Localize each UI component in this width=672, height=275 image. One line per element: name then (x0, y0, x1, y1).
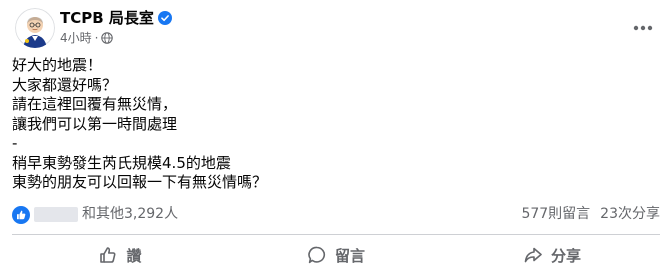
like-label: 讚 (126, 246, 142, 265)
like-button[interactable]: 讚 (12, 238, 228, 272)
post-line: - (12, 134, 18, 152)
share-button[interactable]: 分享 (444, 238, 660, 272)
verified-badge-icon (157, 10, 172, 25)
more-horizontal-icon (633, 25, 653, 31)
page-name[interactable]: TCPB 局長室 (60, 9, 154, 27)
engagement-counts: 577則留言 23次分享 (521, 205, 660, 223)
post-line: 稍早東勢發生芮氏規模4.5的地震 (12, 153, 231, 172)
post-actions: 讚 留言 分享 (12, 238, 660, 272)
more-options-button[interactable] (625, 10, 661, 46)
post-line: 大家都還好嗎？ (12, 75, 118, 94)
post-message: 好大的地震！ 大家都還好嗎？ 請在這裡回覆有無災情， 讓我們可以第一時間處理 -… (12, 56, 652, 193)
comments-count[interactable]: 577則留言 (521, 206, 590, 222)
reactor-names-redacted (34, 207, 78, 222)
post-line: 好大的地震！ (12, 56, 103, 74)
globe-icon[interactable] (101, 31, 114, 44)
comment-bubble-icon (308, 246, 326, 264)
post-line: 讓我們可以第一時間處理 (12, 114, 178, 133)
page-name-row[interactable]: TCPB 局長室 (60, 8, 172, 28)
post-meta: 4小時 · (60, 30, 114, 46)
action-divider (12, 234, 660, 235)
reactions-bar: 和其他3,292人 577則留言 23次分享 (12, 202, 660, 226)
avatar-illustration (15, 8, 55, 48)
comment-button[interactable]: 留言 (228, 238, 444, 272)
post-line: 東勢的朋友可以回報一下有無災情嗎？ (12, 173, 268, 191)
share-label: 分享 (550, 246, 581, 265)
thumbs-up-icon (100, 247, 116, 263)
post-line: 請在這裡回覆有無災情， (12, 95, 178, 113)
meta-separator: · (94, 31, 99, 45)
share-arrow-icon (524, 247, 542, 263)
shares-count[interactable]: 23次分享 (600, 206, 660, 222)
post-timestamp[interactable]: 4小時 (60, 31, 92, 45)
page-avatar[interactable] (15, 8, 55, 48)
facebook-post: TCPB 局長室 4小時 · 好大的地震！ 大家都還好嗎？ 請在這裡回覆有無災情，… (0, 0, 672, 275)
comment-label: 留言 (334, 246, 365, 265)
like-reaction-icon[interactable] (12, 206, 30, 224)
reactions-summary[interactable]: 和其他3,292人 (82, 205, 178, 223)
